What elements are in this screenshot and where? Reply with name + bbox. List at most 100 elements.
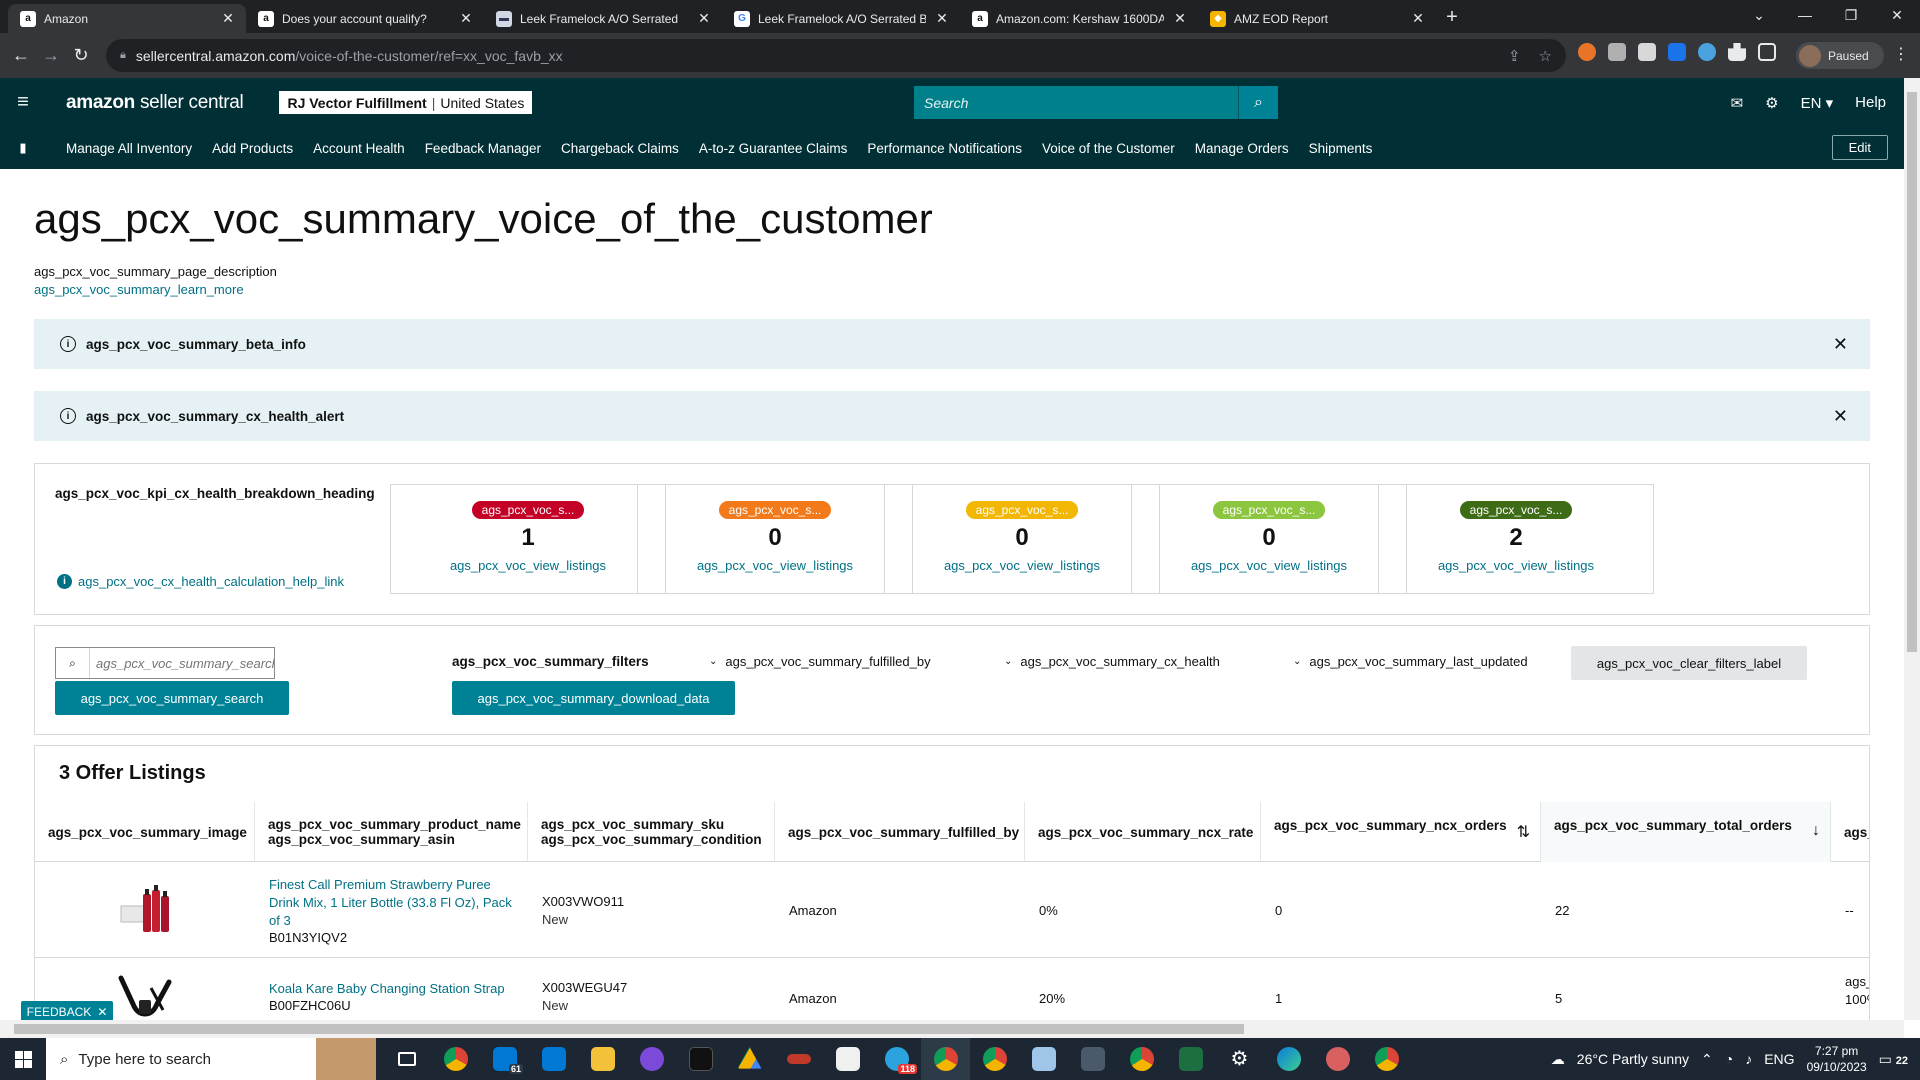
search-icon[interactable]: ⌕: [1238, 86, 1278, 119]
address-bar[interactable]: 🔒︎ sellercentral.amazon.com/voice-of-the…: [106, 39, 1566, 72]
search-button[interactable]: ags_pcx_voc_summary_search: [55, 681, 289, 715]
view-listings-link[interactable]: ags_pcx_voc_view_listings: [1132, 558, 1406, 573]
close-icon[interactable]: ✕: [1833, 334, 1848, 355]
side-panel-icon[interactable]: [1758, 43, 1776, 61]
chrome-icon[interactable]: [431, 1038, 480, 1080]
header-total-orders[interactable]: ags_pcx_voc_summary_total_orders ↓: [1541, 802, 1831, 862]
bookmark-star-icon[interactable]: ☆: [1539, 47, 1552, 65]
seller-central-logo[interactable]: amazon seller central: [66, 92, 244, 114]
profile-button[interactable]: Paused: [1796, 42, 1884, 69]
browser-tab[interactable]: ◆ AMZ EOD Report ✕: [1198, 4, 1436, 33]
download-data-button[interactable]: ags_pcx_voc_summary_download_data: [452, 681, 735, 715]
header-ncx-orders[interactable]: ags_pcx_voc_summary_ncx_orders ⇅: [1261, 802, 1541, 862]
notes-icon[interactable]: [1019, 1038, 1068, 1080]
nav-item-account-health[interactable]: Account Health: [313, 141, 405, 156]
back-button[interactable]: ←: [6, 45, 36, 66]
chrome-icon[interactable]: [970, 1038, 1019, 1080]
sort-icon[interactable]: ⇅: [1517, 822, 1530, 842]
mail-app-icon[interactable]: 61: [480, 1038, 529, 1080]
view-listings-link[interactable]: ags_pcx_voc_view_listings: [638, 558, 912, 573]
clear-filters-button[interactable]: ags_pcx_voc_clear_filters_label: [1571, 646, 1807, 680]
close-tab-icon[interactable]: ✕: [934, 10, 950, 27]
lock-icon[interactable]: 🔒︎: [120, 49, 126, 62]
close-window-button[interactable]: ✕: [1874, 0, 1920, 33]
browser-tab[interactable]: ▬ Leek Framelock A/O Serrated ✕: [484, 4, 722, 33]
forward-button[interactable]: →: [36, 45, 66, 66]
extension-icon[interactable]: [1578, 43, 1596, 61]
drive-icon[interactable]: [725, 1038, 774, 1080]
task-view-icon[interactable]: [382, 1038, 431, 1080]
settings-icon[interactable]: ⚙: [1215, 1038, 1264, 1080]
header-ncx-rate[interactable]: ags_pcx_voc_summary_ncx_rate: [1025, 802, 1261, 862]
chrome-icon[interactable]: [1362, 1038, 1411, 1080]
close-tab-icon[interactable]: ✕: [220, 10, 236, 27]
nav-item-shipments[interactable]: Shipments: [1309, 141, 1373, 156]
horizontal-scrollbar[interactable]: [0, 1020, 1904, 1038]
restore-button[interactable]: ❐: [1828, 0, 1874, 33]
telegram-icon[interactable]: 118: [872, 1038, 921, 1080]
header-search-input[interactable]: [914, 86, 1238, 119]
extension-icon[interactable]: [1638, 43, 1656, 61]
network-icon[interactable]: ◔: [1725, 1051, 1733, 1067]
chrome-icon[interactable]: [921, 1038, 970, 1080]
excel-icon[interactable]: [1166, 1038, 1215, 1080]
edge-icon[interactable]: [1264, 1038, 1313, 1080]
app-icon[interactable]: [823, 1038, 872, 1080]
listing-search-input[interactable]: [90, 648, 274, 678]
close-icon[interactable]: ✕: [1833, 406, 1848, 427]
store-icon[interactable]: [529, 1038, 578, 1080]
nav-item-manage-all-inventory[interactable]: Manage All Inventory: [66, 141, 192, 156]
header-image[interactable]: ags_pcx_voc_summary_image: [35, 802, 255, 862]
language-indicator[interactable]: ENG: [1764, 1051, 1794, 1067]
extension-icon[interactable]: [1608, 43, 1626, 61]
view-listings-link[interactable]: ags_pcx_voc_view_listings: [391, 558, 665, 573]
close-tab-icon[interactable]: ✕: [1172, 10, 1188, 27]
reload-button[interactable]: ↻: [66, 45, 96, 66]
windows-start-button[interactable]: [0, 1038, 46, 1080]
header-fulfilled-by[interactable]: ags_pcx_voc_summary_fulfilled_by: [775, 802, 1025, 862]
product-image[interactable]: [115, 974, 175, 1020]
share-icon[interactable]: ⇪: [1508, 47, 1521, 65]
nav-item-a-to-z-guarantee-claims[interactable]: A-to-z Guarantee Claims: [699, 141, 848, 156]
browser-tab[interactable]: G Leek Framelock A/O Serrated Br ✕: [722, 4, 960, 33]
header-product[interactable]: ags_pcx_voc_summary_product_name ags_pcx_…: [255, 802, 528, 862]
taskbar-search[interactable]: ⌕ Type here to search: [46, 1038, 376, 1080]
browser-tab[interactable]: a Amazon ✕: [8, 4, 246, 33]
extensions-puzzle-icon[interactable]: [1728, 43, 1746, 61]
volume-icon[interactable]: ♪: [1745, 1051, 1752, 1067]
sort-descending-icon[interactable]: ↓: [1812, 822, 1820, 840]
product-name-link[interactable]: Finest Call Premium Strawberry Puree Dri…: [269, 876, 519, 930]
cx-health-filter[interactable]: ⌄ ags_pcx_voc_summary_cx_health: [1004, 654, 1220, 669]
browser-tab[interactable]: a Does your account qualify? ✕: [246, 4, 484, 33]
nav-item-feedback-manager[interactable]: Feedback Manager: [425, 141, 541, 156]
clock[interactable]: 7:27 pm 09/10/2023: [1807, 1043, 1867, 1075]
app-icon[interactable]: [774, 1038, 823, 1080]
view-listings-link[interactable]: ags_pcx_voc_view_listings: [885, 558, 1159, 573]
vertical-scrollbar[interactable]: [1904, 78, 1920, 1020]
chevron-up-icon[interactable]: ⌃: [1701, 1051, 1713, 1068]
close-tab-icon[interactable]: ✕: [458, 10, 474, 27]
new-tab-button[interactable]: +: [1436, 4, 1468, 33]
edit-nav-button[interactable]: Edit: [1831, 135, 1888, 160]
close-icon[interactable]: ✕: [97, 1005, 107, 1019]
extension-icon[interactable]: [1698, 43, 1716, 61]
language-selector[interactable]: EN ▾: [1801, 94, 1834, 112]
minimize-button[interactable]: —: [1782, 0, 1828, 33]
header-next[interactable]: ags_pcx_: [1831, 802, 1869, 862]
weather-text[interactable]: 26°C Partly sunny: [1577, 1051, 1689, 1067]
notifications-icon[interactable]: ▭ 22: [1879, 1051, 1908, 1068]
calculator-icon[interactable]: [1068, 1038, 1117, 1080]
store-switcher[interactable]: RJ Vector Fulfillment | United States: [279, 91, 533, 114]
tab-search-icon[interactable]: ⌄: [1736, 0, 1782, 33]
bookmark-icon[interactable]: ▮: [0, 140, 46, 156]
weather-icon[interactable]: ☁: [1551, 1051, 1565, 1068]
last-updated-filter[interactable]: ⌄ ags_pcx_voc_summary_last_updated: [1293, 654, 1528, 669]
product-name-link[interactable]: Koala Kare Baby Changing Station Strap: [269, 980, 519, 998]
chrome-icon[interactable]: [1117, 1038, 1166, 1080]
fulfilled-by-filter[interactable]: ⌄ ags_pcx_voc_summary_fulfilled_by: [709, 654, 931, 669]
nav-item-chargeback-claims[interactable]: Chargeback Claims: [561, 141, 679, 156]
nav-item-add-products[interactable]: Add Products: [212, 141, 293, 156]
learn-more-link[interactable]: ags_pcx_voc_summary_learn_more: [34, 282, 244, 297]
hamburger-menu-icon[interactable]: ≡: [0, 91, 46, 114]
close-tab-icon[interactable]: ✕: [696, 10, 712, 27]
